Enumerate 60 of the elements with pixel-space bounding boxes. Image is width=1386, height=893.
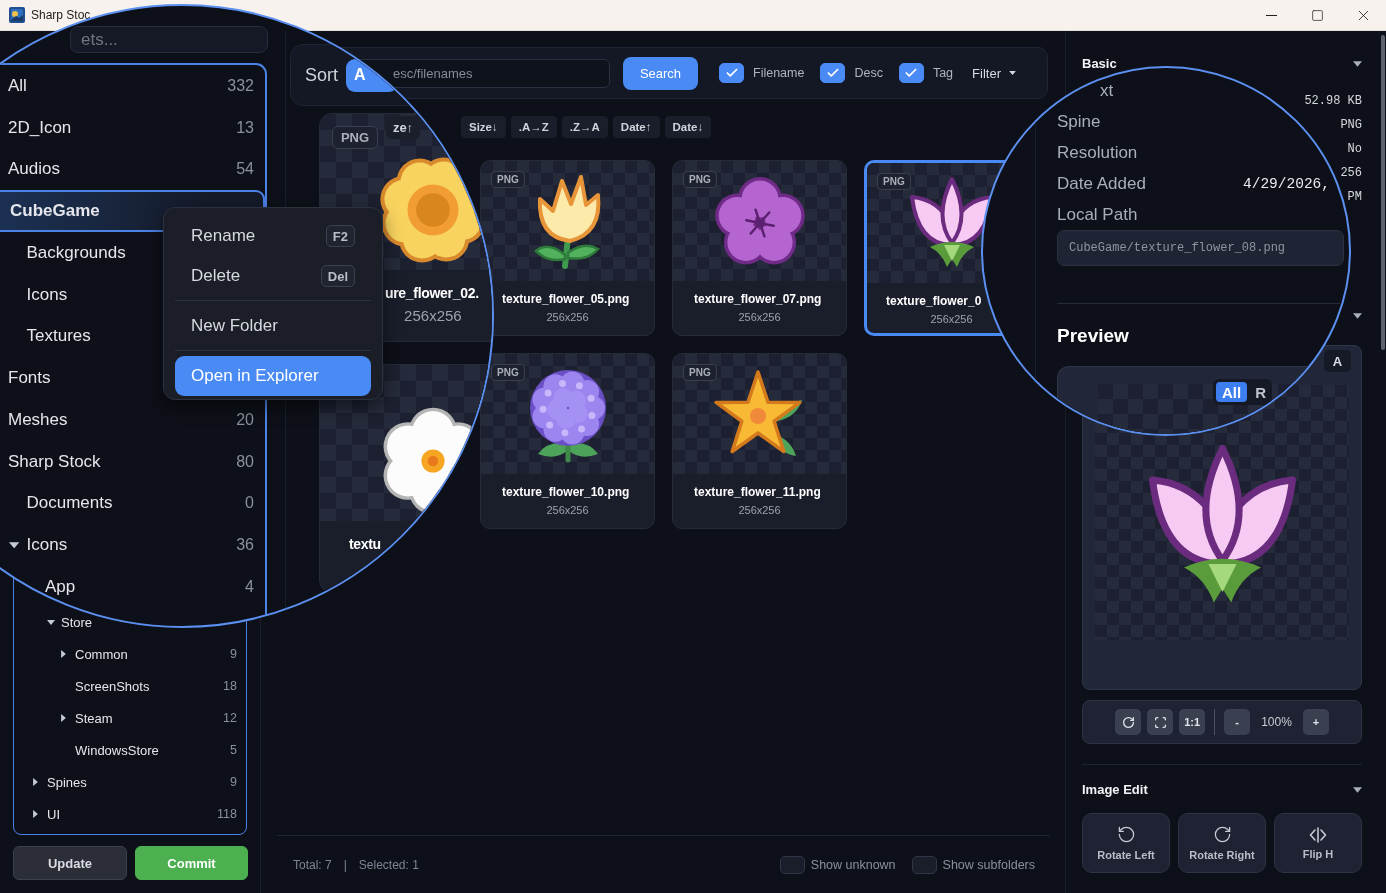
image-size: 256x256 [546, 504, 589, 516]
checkbox-label: Desc [854, 66, 883, 80]
item-count: 332 [227, 76, 254, 95]
format-badge: PNG [491, 364, 525, 381]
field-label: Resolution [1057, 142, 1138, 163]
item-count: 13 [236, 118, 254, 137]
file-name: ure_flower_02. [384, 283, 479, 302]
field-value: PNG [1340, 117, 1362, 134]
format-badge: PNG [877, 173, 911, 190]
field-value: 4/29/2026, [1243, 174, 1330, 193]
field-label: Date Added [1057, 173, 1146, 194]
item-count: 118 [217, 807, 237, 821]
item-count: 0 [245, 494, 254, 513]
toggle-label: Show unknown [810, 857, 896, 872]
image-size: 256x256 [546, 311, 589, 323]
toggle-label: Show subfolders [942, 857, 1035, 872]
item-count: 54 [236, 160, 254, 179]
sort-label: Sort [305, 66, 338, 84]
status-separator: | [343, 857, 347, 872]
item-count: 9 [230, 647, 237, 661]
item-count: 9 [230, 775, 237, 789]
checkbox-label: Tag [932, 66, 954, 80]
field-value: 52.98 KB [1304, 93, 1362, 110]
section-title: Image Edit [1082, 783, 1148, 797]
format-badge: PNG [683, 171, 717, 188]
item-count: 36 [236, 536, 254, 555]
image-size: 256x256 [404, 306, 462, 324]
item-count: 18 [223, 679, 237, 693]
image-size: 256x256 [738, 504, 781, 516]
field-label: xt [1100, 80, 1114, 101]
format-badge: PNG [331, 125, 379, 149]
file-name: texture_flower_05.png [502, 291, 630, 307]
field-label: Local Path [1057, 204, 1138, 225]
field-value: No [1347, 141, 1362, 158]
file-name: textu [348, 534, 381, 553]
field-value: PM [1347, 189, 1362, 206]
file-name: texture_flower_07.png [694, 291, 822, 307]
file-name: texture_flower_10.png [502, 484, 630, 500]
section-title: Basic [1082, 57, 1117, 71]
item-count: 5 [230, 743, 237, 757]
zoom-level: 100% [1260, 715, 1293, 729]
image-size: 256x256 [738, 311, 781, 323]
item-count: 4 [245, 577, 254, 596]
field-value: 256 [1340, 165, 1362, 182]
item-count: 20 [236, 410, 254, 429]
item-count: 80 [236, 452, 254, 471]
format-badge: PNG [491, 171, 525, 188]
selected-count: Selected: 1 [358, 857, 419, 872]
field-label: Spine [1057, 111, 1101, 132]
shortcut-key: F2 [325, 225, 355, 247]
shortcut-key: Del [320, 265, 355, 287]
checkbox-label: Filename [753, 66, 805, 80]
section-title: Preview [1057, 324, 1129, 348]
item-count: 12 [223, 711, 237, 725]
file-name: texture_flower_11.png [694, 484, 821, 500]
image-size: 256x256 [930, 313, 973, 325]
window-title: Sharp Stoc [31, 8, 91, 22]
file-name: texture_flower_0 [886, 293, 982, 309]
total-count: Total: 7 [293, 857, 332, 872]
format-badge: PNG [683, 364, 717, 381]
